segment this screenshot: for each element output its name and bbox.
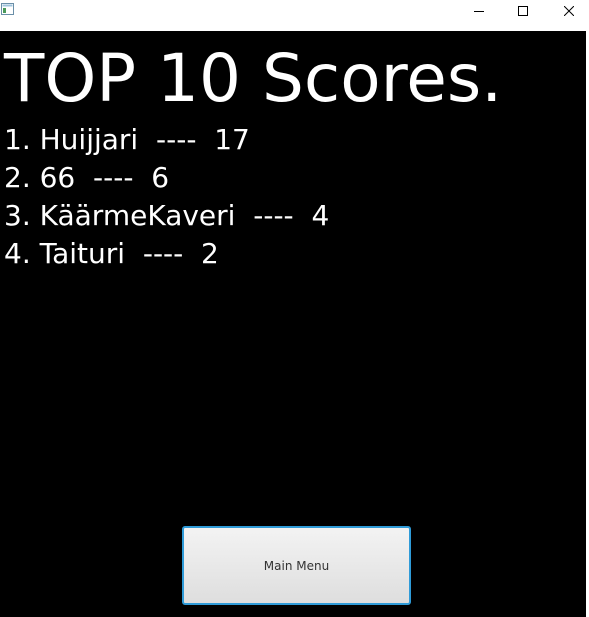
score-entry: 1. Huijjari ---- 17 (4, 123, 250, 156)
minimize-icon (474, 11, 484, 12)
score-entry: 2. 66 ---- 6 (4, 161, 170, 194)
title-bar[interactable] (0, 0, 589, 31)
maximize-icon (518, 6, 528, 16)
close-icon (564, 6, 574, 16)
score-entry: 3. KäärmeKaveri ---- 4 (4, 199, 330, 232)
score-entry: 4. Taituri ---- 2 (4, 237, 219, 270)
main-menu-button[interactable]: Main Menu (182, 526, 411, 605)
scores-screen: TOP 10 Scores. 1. Huijjari ---- 17 2. 66… (0, 31, 586, 617)
score-list: 1. Huijjari ---- 17 2. 66 ---- 6 3. Käär… (4, 121, 329, 273)
page-title: TOP 10 Scores. (4, 40, 503, 117)
maximize-button[interactable] (500, 0, 546, 22)
close-button[interactable] (546, 0, 589, 22)
minimize-button[interactable] (456, 0, 502, 22)
app-icon (1, 3, 14, 15)
app-window: TOP 10 Scores. 1. Huijjari ---- 17 2. 66… (0, 0, 589, 617)
